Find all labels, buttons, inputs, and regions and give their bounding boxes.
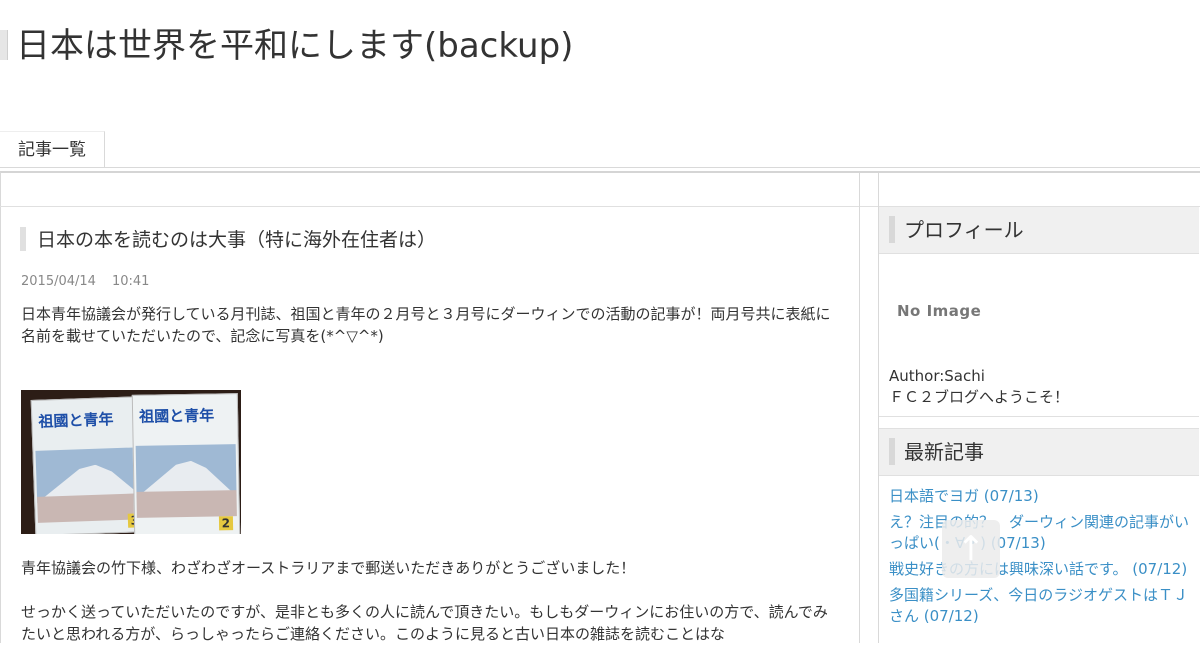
heading-accent [889, 216, 895, 243]
article-paragraph: 日本青年協議会が発行している月刊誌、祖国と青年の２月号と３月号にダーウィンでの活… [21, 305, 831, 345]
recent-post-link[interactable]: え？注目の的？ ダーウィン関連の記事がいっぱい(・∀・) (07/13) [889, 513, 1189, 552]
sidebar-divider [879, 416, 1199, 417]
heading-accent [889, 438, 895, 465]
title-accent-bar [0, 30, 8, 60]
article-time: 10:41 [111, 274, 150, 289]
recent-posts-heading: 最新記事 [879, 428, 1199, 476]
article-photo[interactable]: 祖國と青年 3 祖國と青年 2 [21, 390, 241, 534]
magazine-title: 祖國と青年 [38, 410, 114, 431]
column-divider [859, 173, 860, 643]
magazine-title: 祖國と青年 [138, 406, 215, 426]
recent-post-item: 多国籍シリーズ、今日のラジオゲストはＴＪさん (07/12) [889, 585, 1194, 627]
recent-posts-list: 日本語でヨガ (07/13) え？注目の的？ ダーウィン関連の記事がいっぱい(・… [889, 486, 1194, 632]
profile-greeting: ＦＣ２ブログへようこそ！ [889, 388, 1070, 406]
recent-post-link[interactable]: 戦史好きの方には興味深い話です。 (07/12) [889, 560, 1187, 578]
nav-item-article-list[interactable]: 記事一覧 [0, 131, 105, 168]
article-title-accent [20, 227, 26, 251]
cover-field [136, 490, 237, 518]
article-title[interactable]: 日本の本を読むのは大事（特に海外在住者は） [37, 226, 436, 254]
recent-posts-heading-label: 最新記事 [904, 440, 984, 464]
profile-author: Author:Sachi [889, 367, 985, 385]
profile-image-placeholder: No Image [897, 302, 982, 320]
article-datetime: 2015/04/14 10:41 [21, 274, 165, 289]
recent-post-item: え？注目の的？ ダーウィン関連の記事がいっぱい(・∀・) (07/13) [889, 512, 1194, 554]
recent-post-item: 日本語でヨガ (07/13) [889, 486, 1194, 507]
recent-post-link[interactable]: 多国籍シリーズ、今日のラジオゲストはＴＪさん (07/12) [889, 586, 1188, 625]
recent-post-link[interactable]: 日本語でヨガ (07/13) [889, 487, 1039, 505]
article-paragraph: せっかく送っていただいたのですが、是非とも多くの人に読んで頂きたい。もしもダーウ… [21, 603, 828, 643]
article-paragraph: 青年協議会の竹下様、わざわざオーストラリアまで郵送いただきありがとうございました… [21, 559, 636, 577]
article-date: 2015/04/14 [21, 274, 96, 289]
profile-heading-label: プロフィール [904, 218, 1024, 242]
issue-number: 2 [218, 516, 234, 531]
magazine-cover: 祖國と青年 2 [131, 393, 241, 534]
profile-heading: プロフィール [879, 206, 1199, 254]
global-nav: 記事一覧 [0, 131, 1200, 168]
recent-post-item: 戦史好きの方には興味深い話です。 (07/12) [889, 559, 1194, 580]
site-title[interactable]: 日本は世界を平和にします(backup) [16, 24, 573, 68]
arrow-up-icon[interactable]: ↑ [942, 520, 1000, 578]
content-top-strip [0, 173, 1200, 207]
